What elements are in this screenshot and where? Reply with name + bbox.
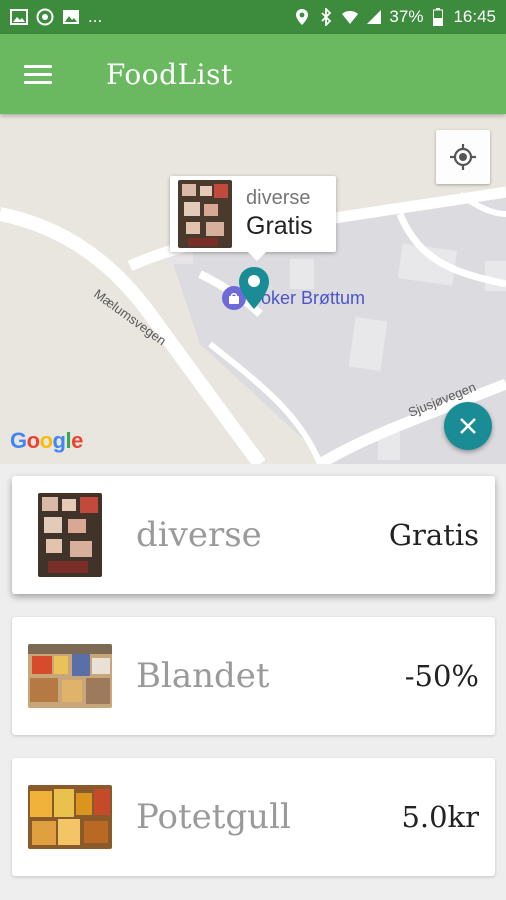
close-icon [460, 418, 476, 434]
listing-thumbnail [28, 785, 112, 849]
info-window-title: diverse [246, 187, 311, 209]
listing-thumbnail [28, 644, 112, 708]
list-item[interactable]: Blandet -50% [12, 617, 495, 735]
close-button[interactable] [444, 402, 492, 450]
map-view[interactable]: Mælumsvegen Sjusjøvegen diverse Gratis J… [0, 114, 506, 464]
listing-name: Blandet [136, 656, 270, 696]
map-info-window[interactable]: diverse Gratis [170, 176, 336, 261]
google-logo: Google [10, 428, 83, 453]
my-location-icon [450, 144, 476, 170]
map-pin-icon[interactable] [237, 266, 271, 310]
my-location-button[interactable] [436, 130, 490, 184]
gallery-notification-icon [62, 8, 80, 26]
food-listing-list: diverse Gratis Blandet -50% Potetgull 5.… [0, 464, 506, 900]
camera-notification-icon [36, 8, 54, 26]
battery-icon [429, 8, 447, 26]
info-window-thumbnail [178, 180, 232, 248]
info-window-price: Gratis [246, 212, 313, 240]
list-item[interactable]: Potetgull 5.0kr [12, 758, 495, 876]
hamburger-menu-icon[interactable] [24, 58, 56, 90]
location-icon [293, 8, 311, 26]
listing-name: diverse [136, 515, 262, 555]
bluetooth-icon [317, 8, 335, 26]
listing-price: Gratis [388, 518, 479, 552]
listing-price: 5.0kr [401, 800, 479, 834]
more-notifications-indicator: ... [88, 7, 103, 26]
battery-percent: 37% [389, 7, 424, 26]
image-notification-icon [10, 8, 28, 26]
app-title: FoodList [106, 57, 233, 91]
signal-icon [365, 8, 383, 26]
listing-price: -50% [404, 659, 479, 693]
app-bar: FoodList [0, 34, 506, 114]
list-item[interactable]: diverse Gratis [12, 476, 495, 594]
wifi-icon [341, 8, 359, 26]
clock: 16:45 [453, 7, 496, 26]
listing-thumbnail [38, 493, 102, 577]
listing-name: Potetgull [136, 797, 291, 837]
status-bar: ... 37% 16:45 [0, 0, 506, 34]
